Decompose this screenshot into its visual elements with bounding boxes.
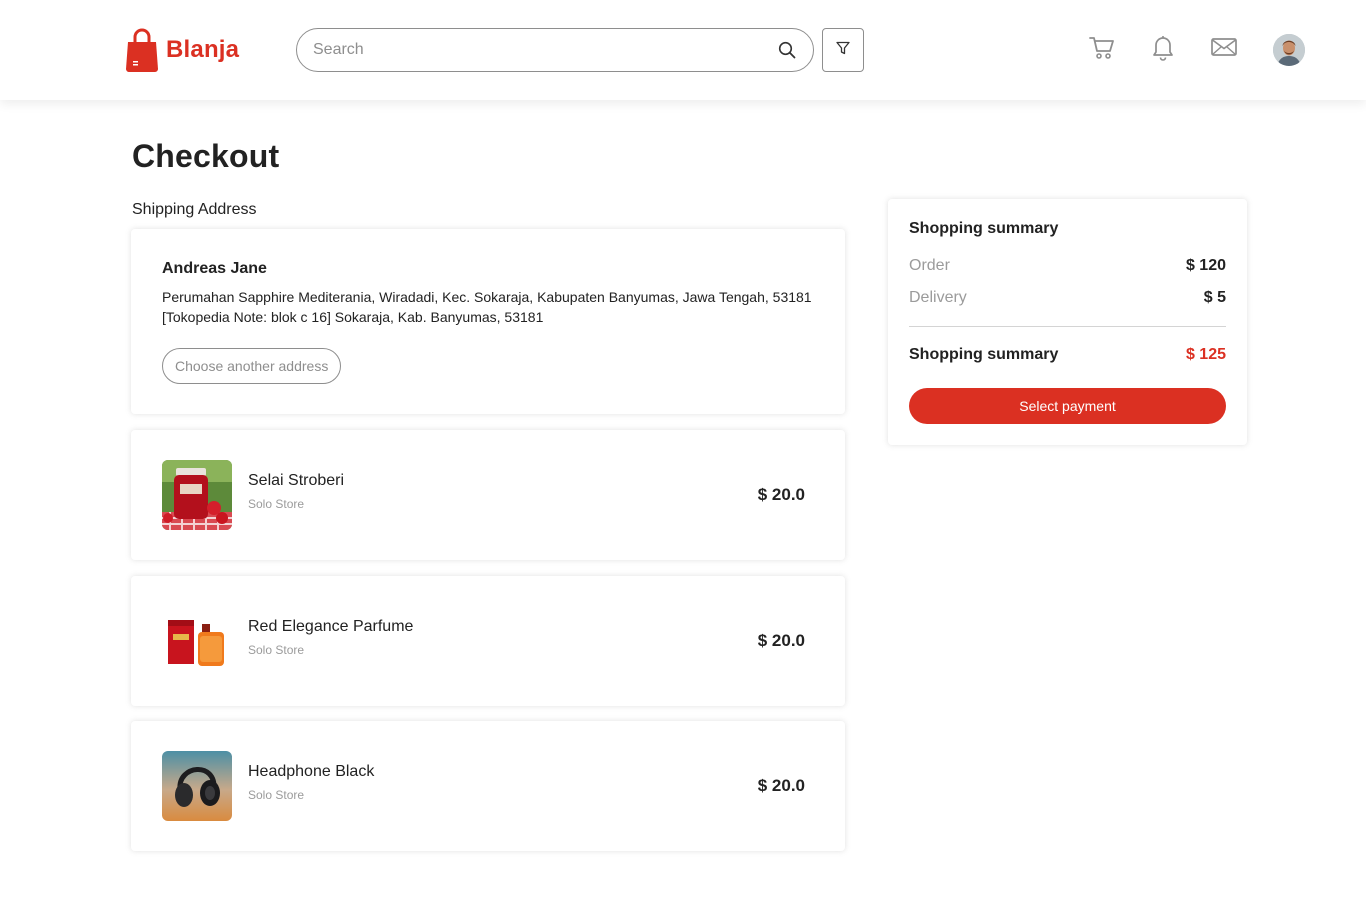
summary-divider: [909, 326, 1226, 327]
address-text: Perumahan Sapphire Mediterania, Wiradadi…: [162, 289, 812, 325]
cart-item: Headphone Black Solo Store $ 20.0: [131, 721, 845, 851]
delivery-label: Delivery: [909, 289, 967, 306]
product-name[interactable]: Selai Stroberi: [248, 472, 344, 490]
product-image: [162, 751, 232, 821]
product-image: [162, 460, 232, 530]
avatar[interactable]: [1273, 34, 1305, 66]
page-title: Checkout: [132, 138, 280, 174]
select-payment-button[interactable]: Select payment: [909, 388, 1226, 424]
shopping-summary-card: Shopping summary Order $ 120 Delivery $ …: [888, 199, 1247, 445]
shipping-address-label: Shipping Address: [132, 201, 257, 218]
cart-item: Selai Stroberi Solo Store $ 20.0: [131, 430, 845, 560]
bell-icon: [1150, 33, 1176, 66]
mail-icon: [1210, 35, 1238, 64]
filter-button[interactable]: [822, 28, 864, 72]
top-navbar: Blanja: [0, 0, 1366, 100]
cart-item: Red Elegance Parfume Solo Store $ 20.0: [131, 576, 845, 706]
search-input[interactable]: [313, 41, 777, 59]
product-price: $ 20.0: [757, 776, 805, 795]
total-row: Shopping summary $ 125: [909, 346, 1226, 364]
order-row: Order $ 120: [909, 257, 1226, 275]
product-price: $ 20.0: [757, 485, 805, 504]
search-bar: [296, 28, 814, 72]
product-image: [162, 606, 232, 676]
cart-button[interactable]: [1087, 33, 1117, 65]
product-name[interactable]: Red Elegance Parfume: [248, 618, 413, 636]
summary-title: Shopping summary: [909, 220, 1059, 237]
shipping-address-card: Andreas Jane Perumahan Sapphire Meditera…: [131, 229, 845, 414]
recipient-name: Andreas Jane: [162, 260, 267, 277]
delivery-row: Delivery $ 5: [909, 289, 1226, 307]
search-icon[interactable]: [777, 40, 797, 60]
filter-icon: [835, 40, 851, 61]
order-label: Order: [909, 257, 950, 274]
cart-icon: [1088, 33, 1116, 66]
product-name[interactable]: Headphone Black: [248, 763, 374, 781]
store-name: Solo Store: [248, 643, 305, 657]
store-name: Solo Store: [248, 788, 305, 802]
product-price: $ 20.0: [757, 631, 805, 650]
total-label: Shopping summary: [909, 346, 1059, 363]
brand-name: Blanja: [166, 36, 240, 63]
notification-button[interactable]: [1148, 33, 1178, 65]
order-value: $ 120: [1185, 257, 1226, 274]
delivery-value: $ 5: [1203, 289, 1226, 306]
bag-logo-icon: [125, 28, 159, 72]
total-value: $ 125: [1185, 346, 1226, 363]
mail-button[interactable]: [1209, 33, 1239, 65]
choose-another-address-button[interactable]: Choose another address: [162, 348, 342, 384]
store-name: Solo Store: [248, 497, 305, 511]
brand-logo[interactable]: Blanja: [125, 28, 239, 72]
